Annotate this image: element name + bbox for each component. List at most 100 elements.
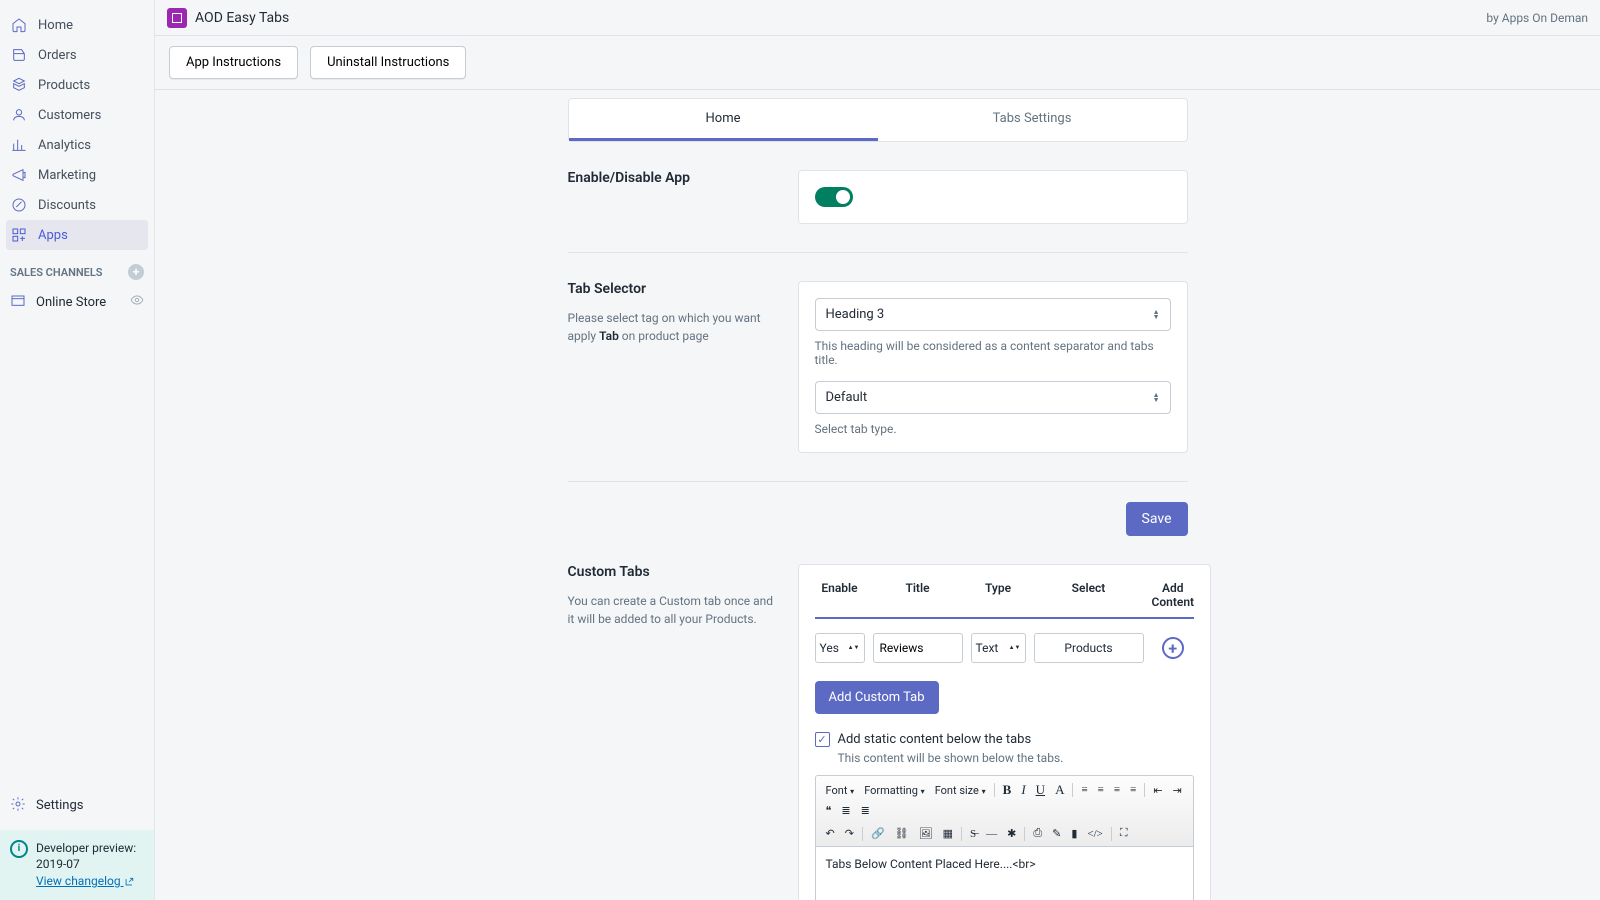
custom-tab-row: Yes ▲▼ Text ▲▼ <box>815 633 1195 663</box>
sidebar-item-label: Home <box>38 18 73 33</box>
strikethrough-icon[interactable]: S̶ <box>966 826 980 842</box>
static-content-help: This content will be shown below the tab… <box>838 751 1195 765</box>
editor-body[interactable]: Tabs Below Content Placed Here....<br> <box>816 847 1194 900</box>
undo-icon[interactable]: ↶ <box>822 825 839 842</box>
products-icon <box>10 76 28 94</box>
add-custom-tab-button[interactable]: Add Custom Tab <box>815 681 939 714</box>
main: AOD Easy Tabs by Apps On Deman App Instr… <box>155 0 1600 900</box>
sidebar-item-orders[interactable]: Orders <box>0 40 154 70</box>
indent-icon[interactable]: ⇥ <box>1169 782 1186 799</box>
align-justify-icon[interactable]: ≡ <box>1126 782 1140 798</box>
tab-home[interactable]: Home <box>569 99 878 141</box>
content: Home Tabs Settings Enable/Disable App Ta <box>155 90 1600 900</box>
editor-formatting-dropdown[interactable]: Formatting ▾ <box>860 782 929 799</box>
add-channel-icon[interactable]: + <box>128 264 144 280</box>
row-select-button[interactable]: Products <box>1034 633 1144 663</box>
row-type-select[interactable]: Text ▲▼ <box>971 633 1026 663</box>
editor-fontsize-dropdown[interactable]: Font size ▾ <box>931 782 990 799</box>
chevron-updown-icon: ▲▼ <box>1009 646 1021 650</box>
italic-icon[interactable]: I <box>1017 780 1029 800</box>
list-ul-icon[interactable]: ≣ <box>857 802 874 819</box>
customers-icon <box>10 106 28 124</box>
rich-text-editor: Font ▾ Formatting ▾ Font size ▾ B I U A … <box>815 775 1195 900</box>
sidebar-item-home[interactable]: Home <box>0 10 154 40</box>
app-title: AOD Easy Tabs <box>195 10 289 26</box>
topbar: AOD Easy Tabs by Apps On Deman <box>155 0 1600 36</box>
outdent-icon[interactable]: ⇤ <box>1149 782 1166 799</box>
tab-selector-title: Tab Selector <box>568 281 778 297</box>
app-credit: by Apps On Deman <box>1486 11 1588 25</box>
static-content-checkbox-row[interactable]: ✓ Add static content below the tabs <box>815 732 1195 747</box>
info-icon: i <box>10 840 28 858</box>
subbar: App Instructions Uninstall Instructions <box>155 36 1600 90</box>
enable-toggle[interactable] <box>815 187 853 207</box>
font-icon[interactable]: A <box>1051 780 1068 800</box>
custom-tabs-section: Custom Tabs You can create a Custom tab … <box>568 564 1188 900</box>
divider <box>568 481 1188 482</box>
sidebar-item-online-store[interactable]: Online Store <box>0 286 154 318</box>
add-content-icon[interactable]: + <box>1162 637 1184 659</box>
gear-icon <box>10 796 26 816</box>
sidebar-item-products[interactable]: Products <box>0 70 154 100</box>
divider <box>568 252 1188 253</box>
enable-title: Enable/Disable App <box>568 170 778 186</box>
align-center-icon[interactable]: ≡ <box>1094 782 1108 798</box>
redo-icon[interactable]: ↷ <box>841 825 858 842</box>
sales-channels-header: SALES CHANNELS + <box>0 250 154 286</box>
sidebar-item-label: Orders <box>38 48 77 63</box>
eye-icon[interactable] <box>130 293 144 311</box>
file-icon[interactable]: ▮ <box>1067 825 1081 842</box>
sidebar-item-apps[interactable]: Apps <box>6 220 148 250</box>
unlink-icon[interactable]: ⛓ <box>891 825 913 842</box>
analytics-icon <box>10 136 28 154</box>
sidebar-item-label: Marketing <box>38 168 96 183</box>
image-icon[interactable]: 🖼 <box>915 825 937 842</box>
save-button[interactable]: Save <box>1126 502 1188 536</box>
row-enable-select[interactable]: Yes ▲▼ <box>815 633 865 663</box>
tab-selector-desc: Please select tag on which you want appl… <box>568 309 778 345</box>
sidebar-item-label: Customers <box>38 108 101 123</box>
app-instructions-button[interactable]: App Instructions <box>169 46 298 79</box>
list-ol-icon[interactable]: ≣ <box>837 802 854 819</box>
sidebar-item-label: Discounts <box>38 198 96 213</box>
store-icon <box>10 292 26 312</box>
editor-font-dropdown[interactable]: Font ▾ <box>822 782 859 799</box>
orders-icon <box>10 46 28 64</box>
row-title-input[interactable] <box>873 633 963 663</box>
hr-icon[interactable]: — <box>982 826 1001 842</box>
enable-section: Enable/Disable App <box>568 170 1188 224</box>
custom-tabs-header: Enable Title Type Select Add Content <box>815 581 1195 619</box>
align-right-icon[interactable]: ≡ <box>1110 782 1124 798</box>
sidebar-item-settings[interactable]: Settings <box>0 788 154 824</box>
heading-select-help: This heading will be considered as a con… <box>815 339 1171 367</box>
tab-settings[interactable]: Tabs Settings <box>878 99 1187 141</box>
tabtype-select[interactable]: Default ▲▼ <box>815 381 1171 414</box>
tab-selector-section: Tab Selector Please select tag on which … <box>568 281 1188 453</box>
quote-icon[interactable]: ❝ <box>822 802 836 819</box>
clear-format-icon[interactable]: ✱ <box>1003 825 1020 842</box>
bold-icon[interactable]: B <box>999 780 1016 800</box>
developer-preview-banner: i Developer preview: 2019-07 View change… <box>0 830 154 900</box>
view-changelog-link[interactable]: View changelog <box>36 874 134 888</box>
custom-tabs-desc: You can create a Custom tab once and it … <box>568 592 778 628</box>
uninstall-instructions-button[interactable]: Uninstall Instructions <box>310 46 466 79</box>
table-icon[interactable]: ▦ <box>939 825 957 842</box>
fullscreen-icon[interactable]: ⛶ <box>1116 825 1132 842</box>
tabs-nav: Home Tabs Settings <box>568 98 1188 142</box>
heading-select[interactable]: Heading 3 ▲▼ <box>815 298 1171 331</box>
print-icon[interactable]: ⎙ <box>1029 825 1046 842</box>
checkbox-icon[interactable]: ✓ <box>815 732 830 747</box>
underline-icon[interactable]: U <box>1032 780 1049 800</box>
discounts-icon <box>10 196 28 214</box>
custom-tabs-title: Custom Tabs <box>568 564 778 580</box>
marketing-icon <box>10 166 28 184</box>
link-icon[interactable]: 🔗 <box>867 825 889 842</box>
sidebar-item-analytics[interactable]: Analytics <box>0 130 154 160</box>
sidebar-item-marketing[interactable]: Marketing <box>0 160 154 190</box>
sidebar-item-customers[interactable]: Customers <box>0 100 154 130</box>
sidebar-item-discounts[interactable]: Discounts <box>0 190 154 220</box>
align-left-icon[interactable]: ≡ <box>1077 782 1091 798</box>
code-icon[interactable]: </> <box>1083 826 1106 842</box>
toggle-knob <box>836 190 850 204</box>
edit-icon[interactable]: ✎ <box>1048 825 1065 842</box>
